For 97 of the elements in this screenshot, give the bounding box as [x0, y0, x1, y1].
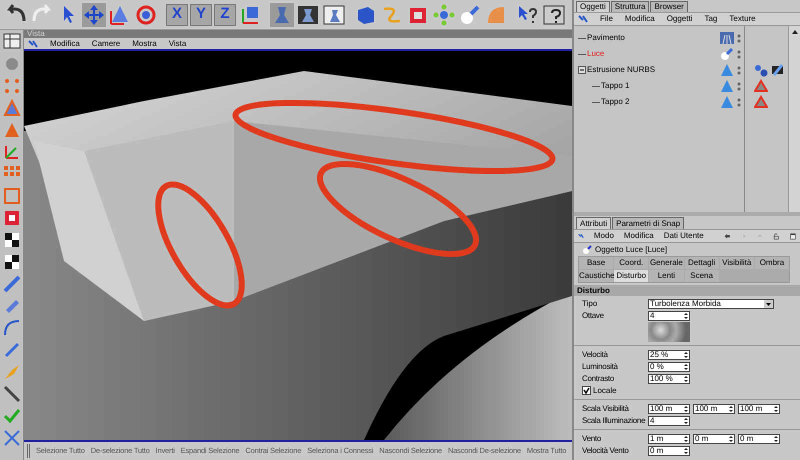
edges-icon[interactable]	[2, 98, 22, 118]
field-label: Velocità	[582, 350, 608, 358]
menu-item[interactable]: Oggetti	[666, 13, 692, 25]
display-tag-icon[interactable]	[770, 63, 784, 77]
tab[interactable]: Caustiche	[579, 270, 614, 282]
field-label: Scala Visibilità	[582, 404, 629, 412]
visibility-dots-icon[interactable]	[737, 98, 741, 106]
dropdown[interactable]: Turbolenza Morbida	[648, 298, 774, 308]
object-name[interactable]: Tappo 1	[601, 80, 630, 92]
spinner-icon[interactable]	[683, 404, 689, 412]
tab[interactable]: Browser	[650, 1, 688, 12]
tab[interactable]: Coord.	[614, 257, 648, 269]
spinner-icon[interactable]	[728, 434, 734, 442]
number-field[interactable]: 4	[648, 310, 690, 320]
light-icon[interactable]	[458, 2, 482, 26]
visibility-dots-icon[interactable]	[737, 82, 741, 90]
checkbox[interactable]	[582, 386, 591, 395]
menu-item[interactable]: Modifica	[624, 230, 654, 242]
tab[interactable]: Ombra	[754, 257, 789, 269]
light-icon	[582, 244, 592, 254]
lock-icon[interactable]	[773, 230, 780, 242]
number-field[interactable]: 100 m	[693, 404, 735, 414]
menu-item[interactable]: Dati Utente	[664, 230, 704, 242]
rotate-icon[interactable]	[134, 2, 158, 26]
tab[interactable]: Scena	[684, 270, 719, 282]
tab[interactable]: Struttura	[610, 1, 650, 12]
visibility-dots-icon[interactable]	[737, 50, 741, 58]
window-icon[interactable]	[790, 230, 796, 242]
tab[interactable]: Generale	[649, 257, 684, 269]
viewport-title: Vista	[27, 30, 45, 38]
field-label: Contrasto	[582, 374, 614, 382]
move-icon[interactable]	[82, 2, 106, 26]
number-field[interactable]: 1 m	[648, 434, 690, 444]
menu-item[interactable]: Vista	[168, 38, 186, 50]
number-field[interactable]: 0 m	[738, 434, 780, 444]
menu-item[interactable]: Tag	[704, 13, 718, 25]
spinner-icon[interactable]	[683, 312, 689, 320]
visibility-dots-icon[interactable]	[737, 34, 741, 42]
spheres-icon[interactable]	[754, 63, 768, 77]
field-label: Scala Illuminazione	[582, 416, 646, 424]
spinner-icon[interactable]	[683, 362, 689, 370]
field-label: Ottave	[582, 310, 604, 320]
checkbox-label: Locale	[593, 384, 617, 396]
field-label: Luminosità	[582, 362, 618, 370]
spinner-icon[interactable]	[773, 404, 779, 412]
tab[interactable]: Lenti	[649, 270, 684, 282]
number-field[interactable]: 100 m	[738, 404, 780, 414]
tab[interactable]: Disturbo	[614, 270, 648, 282]
number-field[interactable]: 0 m	[693, 434, 735, 444]
menu-item[interactable]: Modo	[594, 230, 614, 242]
number-field[interactable]: 4	[648, 416, 690, 426]
check-icon[interactable]	[2, 406, 22, 426]
field-label: Tipo	[582, 298, 598, 308]
object-name[interactable]: Pavimento	[587, 32, 625, 44]
minus-icon	[579, 67, 585, 73]
object-name[interactable]: Estrusione NURBS	[587, 64, 656, 76]
tab[interactable]: Dettagli	[684, 257, 719, 269]
number-field[interactable]: 100 m	[648, 404, 690, 414]
curve-icon[interactable]	[2, 318, 22, 338]
field-label: Velocità Vento	[582, 446, 629, 454]
check-icon	[583, 387, 590, 394]
number-field[interactable]: 0 %	[648, 362, 690, 372]
menu-item[interactable]: Modifica	[50, 38, 80, 50]
spinner-icon[interactable]	[683, 446, 689, 454]
tab[interactable]: Oggetti	[576, 1, 610, 12]
object-title: Oggetto Luce [Luce]	[595, 244, 668, 256]
visibility-dots-icon[interactable]	[737, 66, 741, 74]
tab[interactable]: Visibilità	[720, 257, 754, 269]
triangle-icon[interactable]	[754, 95, 768, 109]
spinner-icon[interactable]	[683, 374, 689, 382]
tab[interactable]: Parametri di Snap	[612, 217, 684, 229]
help-icon[interactable]	[542, 2, 566, 26]
object-name[interactable]: Tappo 2	[601, 96, 630, 108]
field-label: Vento	[582, 434, 601, 442]
number-field[interactable]: 0 m	[648, 446, 690, 456]
number-field[interactable]: 25 %	[648, 350, 690, 360]
light-icon	[720, 47, 734, 61]
number-field[interactable]: 100 %	[648, 374, 690, 384]
tab[interactable]: Attributi	[576, 217, 612, 229]
spinner-icon[interactable]	[773, 434, 779, 442]
scroll-up-icon[interactable]	[790, 28, 798, 36]
expand-toggle[interactable]	[578, 66, 586, 74]
spinner-icon[interactable]	[683, 434, 689, 442]
spinner-icon[interactable]	[683, 350, 689, 358]
menu-item[interactable]: Mostra	[132, 38, 157, 50]
spinner-icon[interactable]	[683, 416, 689, 424]
array-icon[interactable]	[432, 2, 456, 26]
dropdown-arrow-icon[interactable]	[764, 300, 773, 308]
menu-item[interactable]: Camere	[92, 38, 120, 50]
tab[interactable]: Base	[579, 257, 614, 269]
section-header: Disturbo	[574, 285, 800, 296]
floor-icon	[720, 31, 734, 45]
menu-item[interactable]: Texture	[729, 13, 756, 25]
menu-item[interactable]: File	[600, 13, 613, 25]
spinner-icon[interactable]	[728, 404, 734, 412]
menu-item[interactable]: Modifica	[624, 13, 655, 25]
noise-preview	[648, 322, 690, 342]
